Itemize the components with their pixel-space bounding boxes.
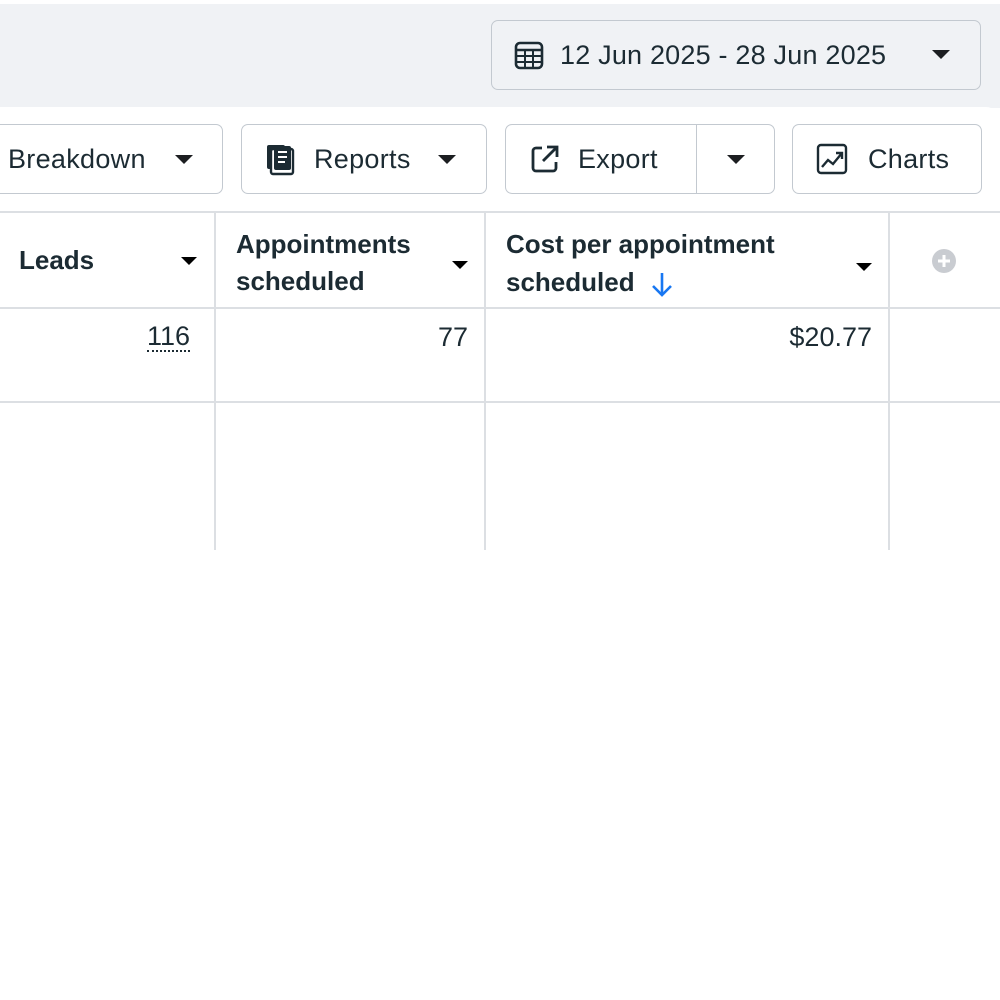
date-range-label: 12 Jun 2025 - 28 Jun 2025 [560, 39, 887, 70]
row-bottom-border [0, 401, 1000, 403]
add-column-icon[interactable] [931, 248, 957, 274]
reports-button[interactable]: Reports [241, 124, 487, 194]
column-header-cost-per-appointment[interactable]: Cost per appointment scheduled [486, 213, 888, 307]
chevron-down-icon [175, 155, 193, 164]
column-header-appointments-scheduled[interactable]: Appointments scheduled [216, 213, 484, 307]
chevron-down-icon [726, 154, 745, 164]
cell-leads[interactable]: 116 [146, 322, 190, 352]
top-edge [0, 0, 1000, 4]
column-header-label: Leads [19, 245, 95, 275]
sort-descending-icon [650, 271, 674, 299]
export-options-button[interactable] [696, 124, 775, 194]
charts-label: Charts [868, 143, 950, 174]
breakdown-label: Breakdown [8, 143, 146, 174]
chevron-down-icon [438, 155, 456, 164]
breakdown-button[interactable]: Breakdown [0, 124, 223, 194]
chevron-down-icon [181, 257, 197, 265]
reports-icon [264, 142, 298, 176]
charts-button[interactable]: Charts [792, 124, 982, 194]
column-header-label-line1: Appointments [236, 229, 411, 259]
export-icon [530, 144, 560, 174]
chevron-down-icon [932, 50, 950, 59]
chevron-down-icon [856, 263, 872, 271]
export-button[interactable]: Export [505, 124, 697, 194]
export-label: Export [578, 143, 658, 174]
reports-label: Reports [314, 143, 411, 174]
column-header-label-line2: scheduled [236, 266, 365, 296]
column-header-label-line2: scheduled [506, 267, 635, 297]
chevron-down-icon [452, 261, 468, 269]
date-range-picker[interactable]: 12 Jun 2025 - 28 Jun 2025 [491, 20, 981, 90]
column-divider [888, 212, 890, 550]
calendar-icon [514, 40, 544, 70]
column-header-leads[interactable]: Leads [0, 213, 214, 307]
cell-cost-per-appointment: $20.77 [789, 322, 872, 352]
cell-appointments-scheduled: 77 [437, 322, 468, 352]
header-bottom-border [0, 307, 1000, 309]
charts-icon [816, 143, 848, 175]
column-header-label-line1: Cost per appointment [506, 229, 775, 259]
